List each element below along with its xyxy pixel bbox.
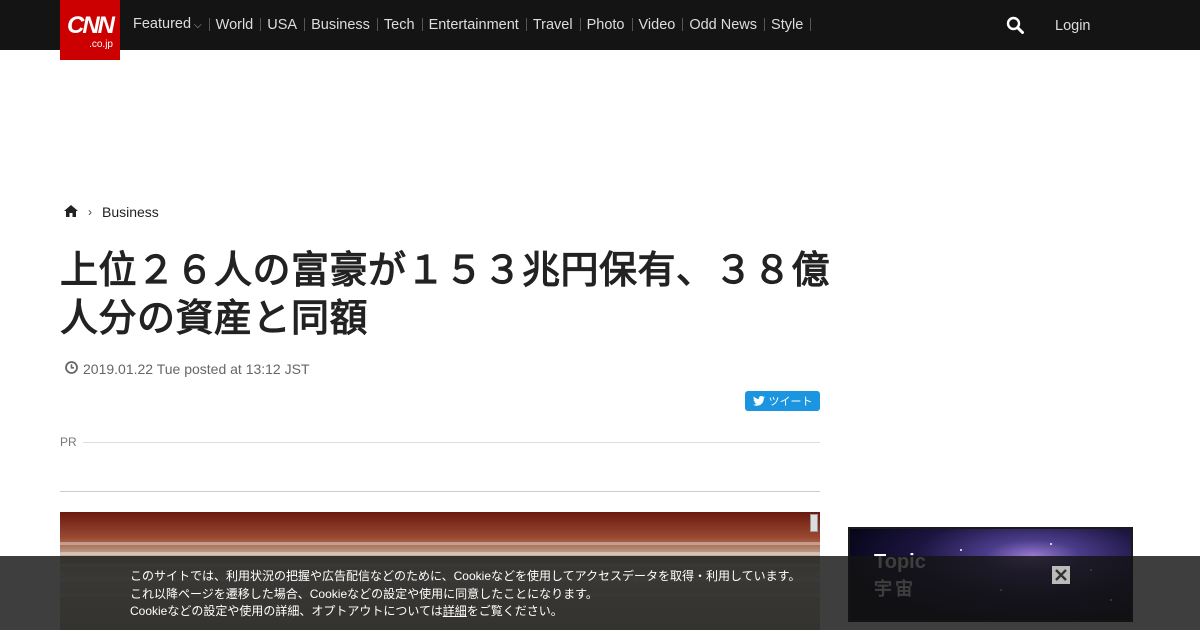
login-link[interactable]: Login: [1055, 18, 1090, 34]
photo-credit-tag: [810, 514, 818, 532]
star: [960, 549, 962, 551]
close-icon[interactable]: [1052, 566, 1070, 584]
cookie-text: このサイトでは、利用状況の把握や広告配信などのために、Cookieなどを使用して…: [130, 568, 800, 621]
logo-sub: .co.jp: [89, 39, 113, 50]
tweet-label: ツイート: [768, 396, 813, 408]
cnn-logo[interactable]: CNN .co.jp: [60, 0, 120, 60]
cookie-line-3: Cookieなどの設定や使用の詳細、オプトアウトについては詳細をご覧ください。: [130, 603, 800, 621]
star: [1050, 543, 1052, 545]
cookie-line-2: これ以降ページを遷移した場合、Cookieなどの設定や使用に同意したことになりま…: [130, 586, 598, 601]
nav-item-business[interactable]: Business: [304, 17, 377, 33]
cookie-banner: このサイトでは、利用状況の把握や広告配信などのために、Cookieなどを使用して…: [0, 556, 1200, 630]
home-icon[interactable]: [64, 204, 88, 220]
twitter-icon: [752, 396, 765, 406]
nav-item-world[interactable]: World: [208, 17, 261, 33]
chevron-down-icon: ⌵: [194, 20, 202, 31]
article-meta: 2019.01.22 Tue posted at 13:12 JST: [65, 361, 310, 377]
divider: [60, 491, 820, 492]
breadcrumb-section[interactable]: Business: [102, 204, 159, 220]
search-icon[interactable]: [1006, 16, 1024, 34]
article-date: 2019.01.22 Tue posted at 13:12 JST: [83, 361, 310, 377]
breadcrumb: › Business: [64, 204, 159, 220]
chevron-right-icon: ›: [88, 205, 92, 219]
tweet-button[interactable]: ツイート: [745, 391, 820, 411]
cookie-line-3-post: をご覧ください。: [466, 604, 563, 618]
banknote-edge: [60, 542, 820, 545]
article-title: 上位２６人の富豪が１５３兆円保有、３８億人分の資産と同額: [60, 248, 831, 340]
cookie-details-link[interactable]: 詳細: [443, 604, 467, 618]
nav-item-odd-news[interactable]: Odd News: [682, 17, 764, 33]
nav-item-travel[interactable]: Travel: [525, 17, 580, 33]
pr-label: PR: [60, 435, 77, 449]
cookie-line-3-pre: Cookieなどの設定や使用の詳細、オプトアウトについては: [130, 604, 443, 618]
banknote-edge: [60, 552, 820, 555]
nav-item-featured[interactable]: Featured ⌵: [126, 16, 209, 34]
pr-divider: PR: [60, 434, 820, 450]
nav-item-tech[interactable]: Tech: [376, 17, 422, 33]
nav-item-entertainment[interactable]: Entertainment: [421, 17, 526, 33]
top-navbar: Featured ⌵ World USA Business Tech Entert…: [0, 0, 1200, 50]
nav-item-photo[interactable]: Photo: [579, 17, 632, 33]
divider: [82, 441, 820, 443]
clock-icon: [65, 361, 83, 377]
cookie-line-1: このサイトでは、利用状況の把握や広告配信などのために、Cookieなどを使用して…: [130, 569, 801, 583]
nav-item-video[interactable]: Video: [631, 17, 683, 33]
nav-item-usa[interactable]: USA: [260, 17, 304, 33]
nav-item-style[interactable]: Style: [764, 17, 812, 33]
nav-item-label: Featured: [133, 16, 192, 32]
logo-main: CNN: [67, 12, 115, 39]
main-nav: Featured ⌵ World USA Business Tech Entert…: [126, 0, 812, 50]
